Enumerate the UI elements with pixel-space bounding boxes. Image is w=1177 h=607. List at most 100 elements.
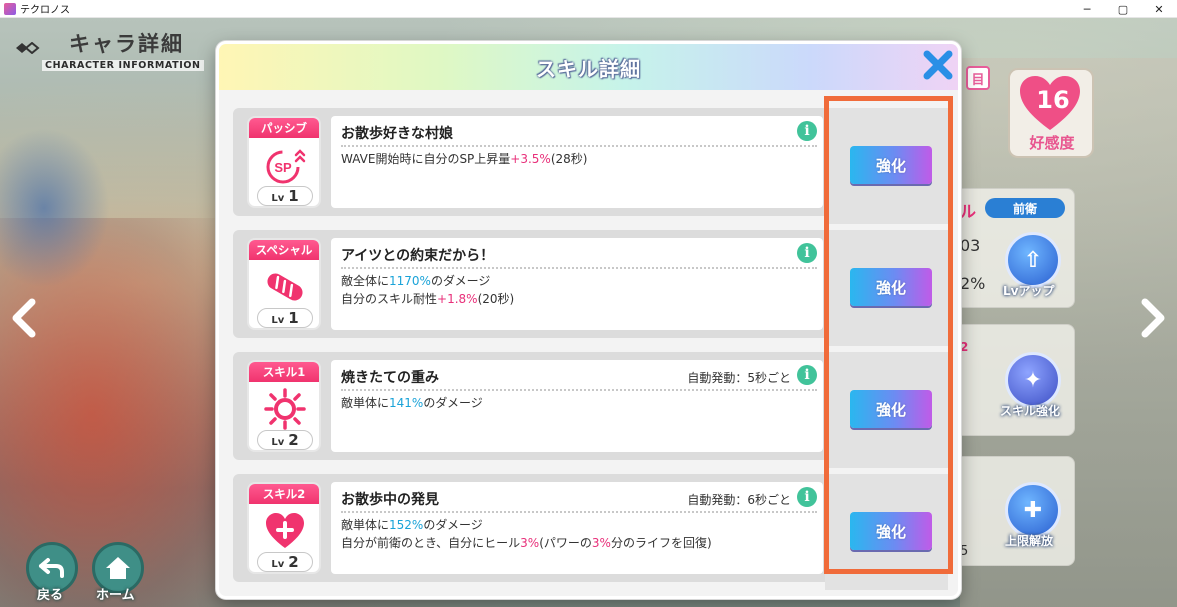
skill-row-special: スペシャル Lv 1 アイツとの約束だから！ i 敵全体に1170%のダメージ …	[233, 230, 837, 338]
enhance-button-passive[interactable]: 強化	[850, 146, 932, 184]
minimize-button[interactable]: ─	[1069, 0, 1105, 18]
affection-value: 16	[1036, 86, 1070, 114]
skill-value-highlight: 1170%	[389, 274, 431, 288]
skill-enhance-button[interactable]: ✦	[1005, 352, 1061, 408]
modal-title: スキル詳細	[536, 57, 641, 81]
info-icon[interactable]: i	[797, 243, 817, 263]
info-icon[interactable]: i	[797, 121, 817, 141]
skill-card: スキル2 Lv 2	[247, 482, 321, 574]
partial-stat-2: 2%	[960, 274, 986, 293]
info-icon[interactable]: i	[797, 365, 817, 385]
modal-header: スキル詳細	[219, 44, 958, 90]
level-up-button[interactable]: ⇧	[1005, 232, 1061, 288]
back-label: 戻る	[37, 588, 64, 603]
skill-row-skill2: スキル2 Lv 2 お散歩中の発見 自動発動：6秒ごと i 敵単体に152%のダ…	[233, 474, 837, 582]
skill-value-highlight: 3%	[520, 536, 540, 550]
level-up-label: Lvアップ	[1003, 284, 1055, 298]
next-character-arrow-icon[interactable]	[1139, 298, 1167, 338]
app-icon	[4, 2, 16, 15]
enhance-cell: 強化	[825, 108, 948, 224]
skill-detail-modal: スキル詳細 パッシブ SP Lv 1 お散歩好きな村娘 i WAVE開始時に自分…	[216, 41, 961, 599]
skill-row-skill1: スキル1 Lv 2 焼きたての重み 自動発動：5秒ごと i 敵単体に141%のダ…	[233, 352, 837, 460]
divider	[341, 145, 817, 147]
skill-name: アイツとの約束だから！	[341, 248, 495, 264]
partial-stat-1: 03	[960, 236, 981, 255]
skill-description-line: 自分が前衛のとき、自分にヒール3%(パワーの3%分のライフを回復)	[341, 534, 712, 552]
skill-list: パッシブ SP Lv 1 お散歩好きな村娘 i WAVE開始時に自分のSP上昇量…	[219, 90, 958, 596]
enhance-cell: 強化	[825, 230, 948, 346]
skill-type-label: スペシャル	[249, 240, 319, 260]
skill-value-highlight: 3%	[591, 536, 611, 550]
skill-info-panel: アイツとの約束だから！ i 敵全体に1170%のダメージ自分のスキル耐性+1.8…	[331, 238, 823, 330]
skill-level: Lv 1	[257, 308, 313, 328]
skill-description: WAVE開始時に自分のSP上昇量+3.5%(28秒)	[341, 150, 587, 168]
restore-button[interactable]: ▢	[1105, 0, 1141, 18]
skill-description-line: 敵単体に141%のダメージ	[341, 394, 483, 412]
partial-label-2: 2	[960, 340, 969, 354]
skill-level: Lv 2	[257, 552, 313, 572]
skill-info-panel: 焼きたての重み 自動発動：5秒ごと i 敵単体に141%のダメージ	[331, 360, 823, 452]
skill-description: 敵単体に152%のダメージ 自分が前衛のとき、自分にヒール3%(パワーの3%分のラ…	[341, 516, 712, 552]
skill-description-text: 自分が前衛のとき、自分にヒール	[341, 536, 521, 550]
skill-value-highlight: +1.8%	[437, 292, 478, 306]
bread-icon	[255, 264, 315, 310]
partial-label-1: ル	[960, 202, 977, 221]
sp-up-icon: SP	[255, 142, 315, 188]
auto-trigger-text: 自動発動：5秒ごと	[687, 371, 791, 385]
enhance-button-skill1[interactable]: 強化	[850, 390, 932, 428]
skill-description: 敵単体に141%のダメージ	[341, 394, 483, 412]
skill-enhance-label: スキル強化	[1000, 404, 1061, 418]
skill-description-text: のダメージ	[423, 396, 483, 410]
skill-card: パッシブ SP Lv 1	[247, 116, 321, 208]
window-title: テクロノス	[20, 5, 70, 16]
skill-name: お散歩中の発見	[341, 492, 439, 508]
enhance-button-column: 強化 強化 強化 強化	[825, 102, 948, 590]
front-position-badge: 前衛	[985, 198, 1065, 218]
skill-type-label: スキル1	[249, 362, 319, 382]
skill-description-text: WAVE開始時に自分のSP上昇量	[341, 152, 511, 166]
home-label: ホーム	[96, 588, 135, 603]
previous-character-arrow-icon[interactable]	[10, 298, 38, 338]
back-arrow-icon	[39, 558, 64, 578]
enhance-button-skill2[interactable]: 強化	[850, 512, 932, 550]
window-close-button[interactable]: ✕	[1141, 0, 1177, 18]
header-ornament-icon	[16, 42, 40, 54]
heart-plus-icon	[255, 508, 315, 554]
enhance-cell: 強化	[825, 352, 948, 468]
character-info-subtitle: CHARACTER INFORMATION	[42, 60, 204, 71]
auto-trigger-text: 自動発動：6秒ごと	[687, 493, 791, 507]
skill-info-panel: お散歩好きな村娘 i WAVE開始時に自分のSP上昇量+3.5%(28秒)	[331, 116, 823, 208]
window-titlebar: テクロノス ─ ▢ ✕	[0, 0, 1177, 18]
sun-burst-icon	[255, 386, 315, 432]
skill-description-text: 自分のスキル耐性	[341, 292, 438, 306]
skill-description-text: 敵単体に	[341, 396, 390, 410]
info-icon[interactable]: i	[797, 487, 817, 507]
skill-value-highlight: +3.5%	[510, 152, 551, 166]
skill-name: お散歩好きな村娘	[341, 126, 453, 142]
limit-break-button[interactable]: ✚	[1005, 482, 1061, 538]
svg-text:SP: SP	[274, 160, 292, 175]
home-icon	[106, 557, 130, 579]
skill-description-text: 敵単体に	[341, 518, 390, 532]
divider	[341, 389, 817, 391]
modal-close-button[interactable]	[921, 48, 955, 82]
partial-stat-3: 5	[960, 544, 969, 559]
skill-level: Lv 2	[257, 430, 313, 450]
skill-value-highlight: 141%	[389, 396, 424, 410]
skill-description-text: のダメージ	[423, 518, 483, 532]
divider	[341, 511, 817, 513]
skill-description-text: (20秒)	[477, 292, 515, 306]
limit-break-label: 上限解放	[1005, 534, 1054, 548]
skill-type-label: スキル2	[249, 484, 319, 504]
window-controls: ─ ▢ ✕	[1069, 0, 1177, 18]
skill-card: スキル1 Lv 2	[247, 360, 321, 452]
skill-name: 焼きたての重み	[341, 370, 439, 386]
skill-description-text: (28秒)	[550, 152, 588, 166]
skill-description-line: 敵全体に1170%のダメージ	[341, 272, 514, 290]
divider	[341, 267, 817, 269]
profile-book-icon[interactable]: 目	[966, 66, 990, 90]
affection-label: 好感度	[1029, 134, 1075, 152]
enhance-button-special[interactable]: 強化	[850, 268, 932, 306]
skill-description-text: 敵全体に	[341, 274, 390, 288]
skill-row-passive: パッシブ SP Lv 1 お散歩好きな村娘 i WAVE開始時に自分のSP上昇量…	[233, 108, 837, 216]
